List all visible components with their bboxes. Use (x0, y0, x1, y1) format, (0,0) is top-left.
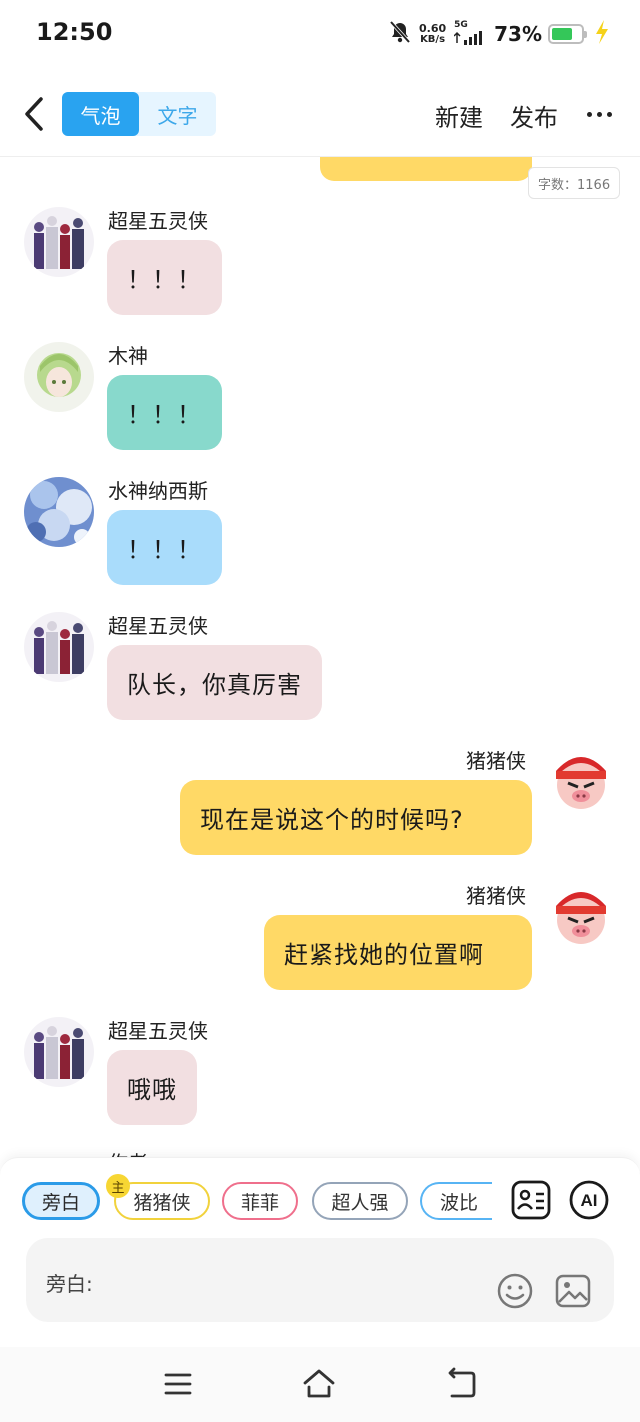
role-chip-chaorenqiang[interactable]: 超人强 (312, 1182, 408, 1220)
nav-menu-button[interactable] (161, 1367, 195, 1401)
signal-icon (453, 30, 486, 49)
nav-back-button[interactable] (444, 1367, 478, 1401)
avatar-chaoxing[interactable] (24, 612, 94, 682)
message-bubble[interactable]: ！！！ (107, 240, 222, 315)
more-dot (597, 112, 602, 117)
main-role-badge: 主 (106, 1174, 130, 1198)
tab-bubble[interactable]: 气泡 (62, 92, 139, 136)
mode-toggle: 气泡 文字 (62, 92, 216, 136)
status-time: 12:50 (36, 18, 113, 46)
emoji-icon (497, 1273, 533, 1309)
nav-home-button[interactable] (302, 1367, 336, 1401)
net-speed-value: 0.60 (418, 22, 447, 35)
sender-name: 超星五灵侠 (108, 1019, 208, 1043)
role-chip-feifei[interactable]: 菲菲 (222, 1182, 298, 1220)
status-icons: 0.60 KB/s 5G 73% (389, 20, 610, 48)
role-card-button[interactable] (511, 1180, 551, 1220)
charging-bolt-icon (594, 20, 610, 48)
back-button[interactable] (16, 94, 52, 134)
avatar-chaoxing[interactable] (24, 1017, 94, 1087)
ai-label: AI (581, 1191, 598, 1210)
ai-button[interactable]: AI (569, 1180, 609, 1220)
more-dot (587, 112, 592, 117)
mute-bell-icon (389, 20, 411, 48)
composer-panel: 旁白 猪猪侠 主 菲菲 超人强 波比 AI 旁白: (0, 1157, 640, 1347)
net-speed-unit: KB/s (420, 34, 446, 45)
battery-icon (548, 24, 587, 44)
sender-name: 猪猪侠 (466, 749, 526, 773)
sender-name: 水神纳西斯 (108, 479, 208, 503)
partial-message-bubble[interactable] (320, 157, 532, 181)
avatar-mushen[interactable] (24, 342, 94, 412)
emoji-button[interactable] (496, 1272, 534, 1310)
home-icon (303, 1369, 335, 1398)
message-bubble[interactable]: 队长，你真厉害 (107, 645, 322, 720)
net-speed: 0.60 KB/s (419, 23, 446, 45)
publish-button[interactable]: 发布 (510, 98, 558, 133)
word-count-badge: 字数：1166 (528, 167, 621, 199)
sender-name: 木神 (108, 344, 148, 368)
message-bubble[interactable]: 现在是说这个的时候吗? (180, 780, 532, 855)
sender-name: 猪猪侠 (466, 884, 526, 908)
battery-fill (552, 28, 573, 40)
battery-percent: 73% (494, 22, 542, 46)
role-card-icon (511, 1180, 551, 1220)
message-bubble[interactable]: 赶紧找她的位置啊 (264, 915, 532, 990)
role-chip-bobi[interactable]: 波比 (420, 1182, 492, 1220)
ai-icon: AI (569, 1180, 609, 1220)
chevron-left-icon (25, 97, 43, 131)
message-bubble[interactable]: ！！！ (107, 510, 222, 585)
image-icon (555, 1274, 591, 1308)
message-bubble[interactable]: 哦哦 (107, 1050, 197, 1125)
status-bar: 12:50 0.60 KB/s 5G 73% (0, 0, 640, 68)
role-chip-narration[interactable]: 旁白 (22, 1182, 100, 1220)
system-nav-bar (0, 1347, 640, 1422)
sender-name-partial: 作者 (108, 1147, 148, 1157)
new-button[interactable]: 新建 (435, 98, 483, 133)
avatar-shuishen[interactable] (24, 477, 94, 547)
avatar-zhuzhuxia[interactable] (546, 882, 616, 952)
back-icon (448, 1367, 476, 1398)
message-bubble[interactable]: ！！！ (107, 375, 222, 450)
input-role-label: 旁白: (46, 1272, 93, 1296)
menu-icon (164, 1373, 192, 1395)
avatar-chaoxing[interactable] (24, 207, 94, 277)
sender-name: 超星五灵侠 (108, 614, 208, 638)
chat-area[interactable]: 字数：1166 超星五灵侠 ！！！ 木神 ！！！ 水神纳西斯 ！！！ 超星五灵侠… (0, 157, 640, 1157)
network-type: 5G (454, 19, 468, 30)
more-dot (607, 112, 612, 117)
avatar-zhuzhuxia[interactable] (546, 747, 616, 817)
app-header: 气泡 文字 新建 发布 (0, 78, 640, 154)
more-options-button[interactable] (587, 112, 612, 117)
sender-name: 超星五灵侠 (108, 209, 208, 233)
tab-text[interactable]: 文字 (139, 92, 216, 136)
image-button[interactable] (554, 1272, 592, 1310)
signal: 5G (453, 19, 486, 49)
dialogue-input[interactable]: 旁白: (26, 1238, 614, 1322)
